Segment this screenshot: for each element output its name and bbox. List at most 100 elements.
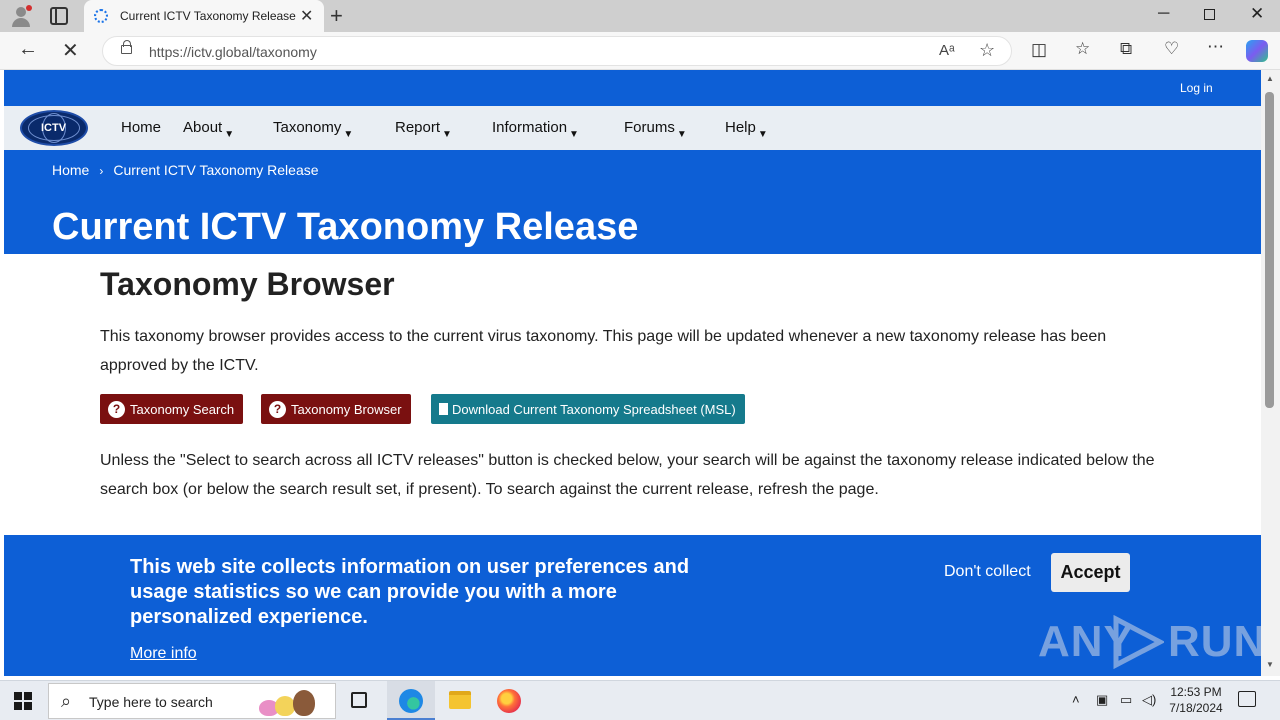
copilot-icon[interactable] (1246, 40, 1268, 62)
breadcrumb-current[interactable]: Current ICTV Taxonomy Release (113, 162, 318, 178)
taskbar-edge-app[interactable] (387, 681, 435, 720)
caret-down-icon: ▼ (676, 129, 687, 140)
caret-down-icon: ▼ (569, 129, 579, 140)
new-tab-button[interactable]: + (330, 3, 343, 29)
scrollbar-thumb[interactable] (1265, 92, 1274, 408)
nav-label: Home (121, 119, 162, 136)
show-hidden-icons-icon[interactable]: ˄ (1072, 692, 1080, 707)
section-heading: Taxonomy Browser (100, 266, 395, 302)
top-utility-bar: Log in (4, 70, 1261, 106)
caret-down-icon: ▼ (224, 129, 235, 140)
url-text[interactable]: https://ictv.global/taxonomy (149, 44, 317, 60)
stop-loading-button[interactable]: ✕ (62, 38, 79, 63)
restore-button[interactable] (1204, 9, 1215, 20)
clock-date: 7/18/2024 (1169, 701, 1223, 715)
anyrun-watermark: ANY RUN (1038, 611, 1261, 671)
nav-item-information[interactable]: Information ▼ (492, 119, 579, 140)
nav-label: Forums (624, 119, 675, 136)
read-aloud-icon[interactable]: Aᵃ (939, 42, 955, 59)
browser-toolbar: ← ✕ https://ictv.global/taxonomy Aᵃ ☆ ◫ … (0, 32, 1280, 70)
nav-item-taxonomy[interactable]: Taxonomy ▼ (273, 119, 353, 140)
browser-tab-active[interactable]: Current ICTV Taxonomy Release | ✕ (84, 0, 324, 32)
watermark-right: RUN (1168, 617, 1261, 666)
volume-icon[interactable]: ◁) (1142, 692, 1156, 708)
button-label: Taxonomy Browser (291, 401, 402, 417)
breadcrumb: Home › Current ICTV Taxonomy Release (52, 162, 319, 178)
nav-label: About (183, 119, 223, 136)
question-circle-icon: ? (269, 400, 286, 418)
page-title: Current ICTV Taxonomy Release (52, 206, 639, 248)
easter-eggs-icon (259, 690, 329, 716)
task-view-icon[interactable] (351, 692, 367, 708)
ictv-logo[interactable]: ICTV (20, 110, 88, 146)
web-page: Log in ICTV Home About ▼ Taxonomy ▼ Report… (4, 70, 1261, 676)
login-link[interactable]: Log in (1180, 81, 1213, 95)
clock-time: 12:53 PM (1170, 685, 1222, 699)
window-close-button[interactable]: ✕ (1250, 4, 1264, 24)
caret-down-icon: ▼ (442, 129, 452, 140)
file-explorer-icon[interactable] (449, 691, 471, 709)
spinner-icon (94, 9, 108, 23)
favorite-star-icon[interactable]: ☆ (979, 40, 995, 61)
more-menu-icon[interactable]: ⋯ (1207, 37, 1224, 57)
nav-label: Report (395, 119, 441, 136)
edge-icon (399, 689, 423, 713)
search-note-text: Unless the "Select to search across all … (100, 452, 1155, 498)
nav-label: Information (492, 119, 568, 136)
caret-down-icon: ▼ (757, 129, 768, 140)
collections-icon[interactable]: ⧉ (1120, 39, 1132, 59)
lock-icon[interactable] (121, 40, 132, 54)
main-navigation: ICTV Home About ▼ Taxonomy ▼ Report ▼ Infor… (4, 106, 1261, 150)
firefox-icon[interactable] (497, 689, 521, 713)
taxonomy-search-button[interactable]: ? Taxonomy Search (100, 394, 244, 424)
browser-tab-strip: Current ICTV Taxonomy Release | ✕ + ─ ✕ (0, 0, 1280, 32)
tab-close-icon[interactable]: ✕ (300, 6, 313, 26)
browser-essentials-icon[interactable]: ♡ (1164, 39, 1179, 59)
network-icon[interactable]: ▭ (1120, 692, 1132, 708)
caret-down-icon: ▼ (343, 129, 354, 140)
nav-label: Taxonomy (273, 119, 342, 136)
chevron-right-icon: › (99, 164, 104, 178)
page-hero: Home › Current ICTV Taxonomy Release Curre… (4, 150, 1261, 254)
taskbar-search-placeholder: Type here to search (89, 694, 213, 710)
file-download-icon (439, 403, 448, 415)
minimize-button[interactable]: ─ (1158, 5, 1169, 23)
dont-collect-button[interactable]: Don't collect (944, 563, 1031, 581)
button-label: Taxonomy Search (130, 401, 235, 417)
nav-item-about[interactable]: About ▼ (183, 119, 234, 140)
taxonomy-browser-button[interactable]: ? Taxonomy Browser (261, 394, 411, 424)
nav-item-forums[interactable]: Forums ▼ (624, 119, 687, 140)
cookie-message: This web site collects information on us… (130, 556, 690, 628)
search-icon: ⌕ (61, 691, 72, 711)
scroll-up-icon[interactable]: ▲ (1266, 74, 1274, 83)
nav-item-home[interactable]: Home (121, 119, 161, 136)
intro-text: This taxonomy browser provides access to… (100, 328, 1107, 374)
more-info-link[interactable]: More info (130, 645, 197, 663)
page-scrollbar[interactable]: ▲ ▼ (1261, 70, 1280, 676)
taskbar-search[interactable]: ⌕ Type here to search (48, 683, 336, 719)
windows-taskbar: ⌕ Type here to search ˄ ▣ ▭ ◁) 12:53 PM … (0, 680, 1280, 720)
play-icon (1113, 615, 1164, 669)
question-circle-icon: ? (108, 400, 125, 418)
logo-text: ICTV (41, 122, 67, 134)
back-button[interactable]: ← (18, 38, 38, 61)
nav-item-report[interactable]: Report ▼ (395, 119, 452, 140)
notification-center-icon[interactable] (1238, 691, 1256, 707)
nav-label: Help (725, 119, 756, 136)
scroll-down-icon[interactable]: ▼ (1266, 660, 1274, 669)
nav-item-help[interactable]: Help ▼ (725, 119, 768, 140)
split-screen-icon[interactable]: ◫ (1031, 40, 1047, 60)
address-bar[interactable]: https://ictv.global/taxonomy Aᵃ ☆ (102, 36, 1012, 66)
profile-icon[interactable] (10, 5, 32, 27)
main-content: Taxonomy Browser This taxonomy browser p… (100, 266, 1160, 498)
breadcrumb-home-link[interactable]: Home (52, 162, 89, 178)
meet-now-icon[interactable]: ▣ (1096, 692, 1108, 708)
favorites-icon[interactable]: ☆ (1075, 39, 1090, 59)
windows-start-icon[interactable] (14, 692, 32, 710)
button-label: Download Current Taxonomy Spreadsheet (M… (452, 401, 736, 417)
tab-actions-icon[interactable] (50, 7, 68, 25)
download-msl-button[interactable]: Download Current Taxonomy Spreadsheet (M… (431, 394, 745, 424)
system-clock[interactable]: 12:53 PM 7/18/2024 (1160, 684, 1232, 716)
accept-button[interactable]: Accept (1051, 553, 1130, 592)
cookie-banner: This web site collects information on us… (4, 535, 1261, 676)
